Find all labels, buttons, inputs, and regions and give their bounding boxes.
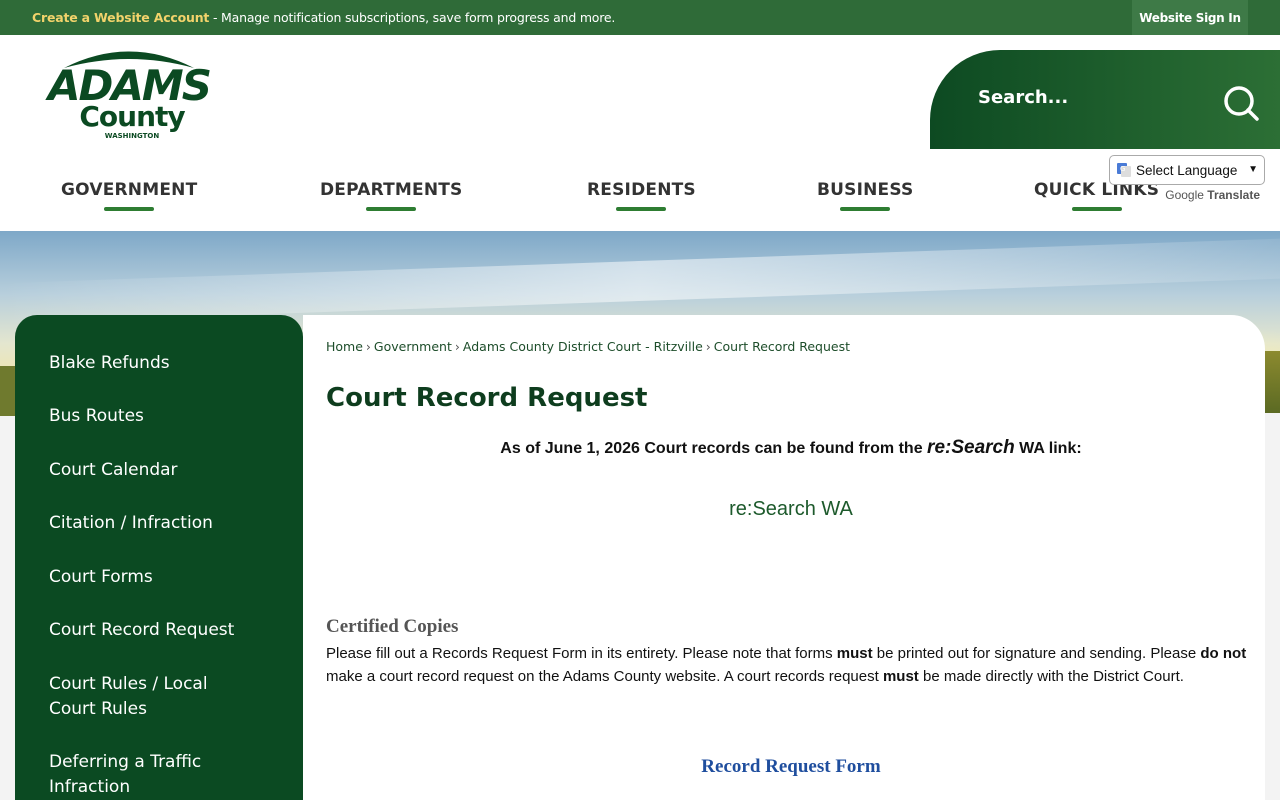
sidebar-item-court-rules[interactable]: Court Rules / Local Court Rules [49, 672, 239, 722]
nav-underline [366, 207, 417, 211]
adams-county-logo[interactable]: ADAMS County WASHINGTON [44, 40, 214, 140]
sidebar-item-court-forms[interactable]: Court Forms [49, 565, 279, 590]
nav-business[interactable]: BUSINESS [817, 180, 914, 211]
sidebar-nav: Blake Refunds Bus Routes Court Calendar … [15, 315, 303, 800]
language-select[interactable]: G Select Language ▼ [1109, 155, 1265, 185]
para-part: Please fill out a Records Request Form i… [326, 645, 837, 662]
nav-label: RESIDENTS [587, 180, 696, 200]
chevron-down-icon: ▼ [1248, 164, 1258, 175]
para-emphasis: do not [1200, 645, 1247, 662]
nav-label: DEPARTMENTS [320, 180, 463, 200]
logo-line2: County [79, 100, 185, 133]
sidebar-item-blake-refunds[interactable]: Blake Refunds [49, 351, 279, 376]
certified-copies-heading: Certified Copies [326, 616, 459, 637]
research-wa-link[interactable]: re:Search WA [326, 498, 1256, 521]
sidebar-item-deferring-traffic-infraction[interactable]: Deferring a Traffic Infraction [49, 750, 239, 800]
language-select-label: Select Language [1136, 162, 1238, 178]
breadcrumb-current: Court Record Request [713, 339, 851, 354]
google-translate-icon: G [1117, 163, 1131, 177]
certified-copies-text: Please fill out a Records Request Form i… [326, 642, 1251, 688]
nav-departments[interactable]: DEPARTMENTS [320, 180, 463, 211]
sidebar-item-citation-infraction[interactable]: Citation / Infraction [49, 511, 279, 536]
search-icon[interactable] [1222, 84, 1260, 122]
notice-research: re:Search [927, 437, 1015, 458]
breadcrumb-separator: › [454, 339, 460, 354]
para-emphasis: must [836, 645, 873, 662]
banner-cloud [0, 238, 1280, 324]
create-account-link[interactable]: Create a Website Account [32, 10, 209, 25]
google-translate-widget: G Select Language ▼ Google Translate [1109, 155, 1265, 202]
sidebar-item-court-record-request[interactable]: Court Record Request [49, 618, 279, 643]
site-header: ADAMS County WASHINGTON GOVERNMENT DEPAR… [0, 35, 1280, 231]
breadcrumb-government[interactable]: Government [374, 339, 452, 354]
para-part: make a court record request on the Adams… [326, 668, 883, 685]
nav-government[interactable]: GOVERNMENT [61, 180, 197, 211]
top-utility-bar: Create a Website Account - Manage notifi… [0, 0, 1280, 35]
para-part: be printed out for signature and sending… [872, 645, 1201, 662]
logo-line3: WASHINGTON [105, 132, 160, 140]
para-part: be made directly with the District Court… [918, 668, 1184, 685]
nav-underline [616, 207, 667, 211]
para-emphasis: must [882, 668, 919, 685]
sidebar-item-bus-routes[interactable]: Bus Routes [49, 404, 279, 429]
breadcrumb-separator: › [365, 339, 371, 354]
sidebar-item-court-calendar[interactable]: Court Calendar [49, 458, 279, 483]
records-notice: As of June 1, 2026 Court records can be … [326, 437, 1256, 459]
search-input[interactable] [978, 80, 1208, 114]
svg-text:G: G [1120, 165, 1125, 173]
nav-underline [1071, 207, 1122, 211]
account-message: Create a Website Account - Manage notifi… [32, 10, 615, 25]
search-panel [930, 50, 1280, 149]
nav-underline [840, 207, 891, 211]
breadcrumb-home[interactable]: Home [326, 339, 363, 354]
translate-label[interactable]: Translate [1207, 188, 1260, 202]
powered-by-google: Google Translate [1109, 188, 1265, 202]
nav-label: GOVERNMENT [61, 180, 198, 200]
website-sign-in-button[interactable]: Website Sign In [1132, 0, 1248, 35]
nav-underline [104, 207, 155, 211]
breadcrumb-separator: › [705, 339, 711, 354]
nav-residents[interactable]: RESIDENTS [587, 180, 696, 211]
notice-prefix: As of June 1, 2026 Court records can be … [500, 440, 928, 457]
nav-label: BUSINESS [817, 180, 914, 200]
main-nav: GOVERNMENT DEPARTMENTS RESIDENTS BUSINES… [0, 175, 1280, 231]
google-label: Google [1165, 188, 1204, 202]
page-title: Court Record Request [326, 383, 648, 413]
notice-suffix: WA link: [1014, 440, 1082, 457]
account-message-text: - Manage notification subscriptions, sav… [209, 10, 616, 25]
main-content: Home › Government › Adams County District Co… [303, 315, 1265, 800]
record-request-form-link[interactable]: Record Request Form [326, 756, 1256, 778]
breadcrumb-district-court[interactable]: Adams County District Court - Ritzville [463, 339, 703, 354]
breadcrumb: Home › Government › Adams County District Co… [326, 339, 850, 354]
